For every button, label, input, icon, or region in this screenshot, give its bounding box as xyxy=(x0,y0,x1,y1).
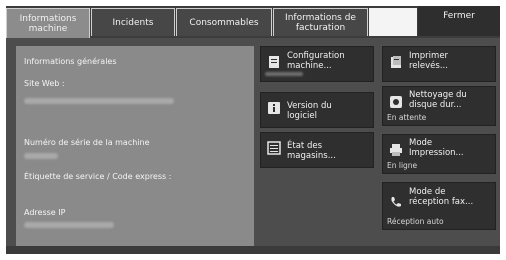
close-label: Fermer xyxy=(443,11,475,21)
bottom-strip xyxy=(6,246,500,254)
button-label: Imprimer relevés... xyxy=(409,51,449,71)
general-info-panel: Informations générales Site Web : Numéro… xyxy=(16,46,254,246)
button-label: Nettoyage du disque dur... xyxy=(409,90,467,110)
tab-bar: Informations machine Incidents Consommab… xyxy=(6,6,500,38)
tab-machine-info[interactable]: Informations machine xyxy=(6,8,90,38)
disk-cleanup-button[interactable]: Nettoyage du disque dur... En attente xyxy=(382,86,496,126)
button-label: État des magasins... xyxy=(287,141,336,161)
trays-status-button[interactable]: État des magasins... xyxy=(260,132,374,168)
tab-label: Incidents xyxy=(112,17,154,28)
tab-label: Consommables xyxy=(189,17,259,28)
tab-billing-info[interactable]: Informations de facturation xyxy=(273,8,368,36)
software-version-button[interactable]: Version du logiciel xyxy=(260,92,374,128)
button-label: Version du logiciel xyxy=(287,101,332,121)
print-reports-button[interactable]: Imprimer relevés... xyxy=(382,46,496,82)
machine-configuration-button[interactable]: Configuration machine... xyxy=(260,46,374,82)
serial-value-redacted xyxy=(24,153,58,159)
serial-number-label: Numéro de série de la machine xyxy=(24,138,150,147)
button-label: Mode de réception fax... xyxy=(409,187,474,207)
print-report-icon xyxy=(389,55,403,69)
print-mode-button[interactable]: Mode Impression... En ligne xyxy=(382,134,496,174)
fax-receive-mode-button[interactable]: Mode de réception fax... Réception auto xyxy=(382,182,496,230)
info-icon xyxy=(267,101,281,115)
disk-cleanup-status: En attente xyxy=(387,113,427,122)
printer-icon xyxy=(389,143,403,157)
website-value-redacted xyxy=(24,98,174,104)
phone-icon xyxy=(389,195,403,209)
list-icon xyxy=(267,141,281,155)
disk-icon xyxy=(389,95,403,109)
tab-label: Informations de facturation xyxy=(285,12,356,33)
print-mode-status: En ligne xyxy=(387,161,418,170)
tab-label: Informations machine xyxy=(19,13,77,34)
website-label: Site Web : xyxy=(24,79,65,88)
close-button[interactable]: Fermer xyxy=(418,6,500,36)
ip-value-redacted xyxy=(24,222,114,228)
service-tag-label: Étiquette de service / Code express : xyxy=(24,172,172,181)
tab-spacer xyxy=(369,8,417,36)
document-icon xyxy=(267,55,281,69)
config-status-redacted xyxy=(265,72,303,76)
button-label: Mode Impression... xyxy=(409,138,464,158)
tab-consumables[interactable]: Consommables xyxy=(176,8,272,36)
ip-address-label: Adresse IP xyxy=(24,208,66,217)
fax-mode-status: Réception auto xyxy=(387,217,444,226)
button-label: Configuration machine... xyxy=(287,51,345,71)
machine-status-screen: Informations machine Incidents Consommab… xyxy=(6,6,500,254)
section-title: Informations générales xyxy=(24,57,117,66)
tab-incidents[interactable]: Incidents xyxy=(91,8,175,36)
